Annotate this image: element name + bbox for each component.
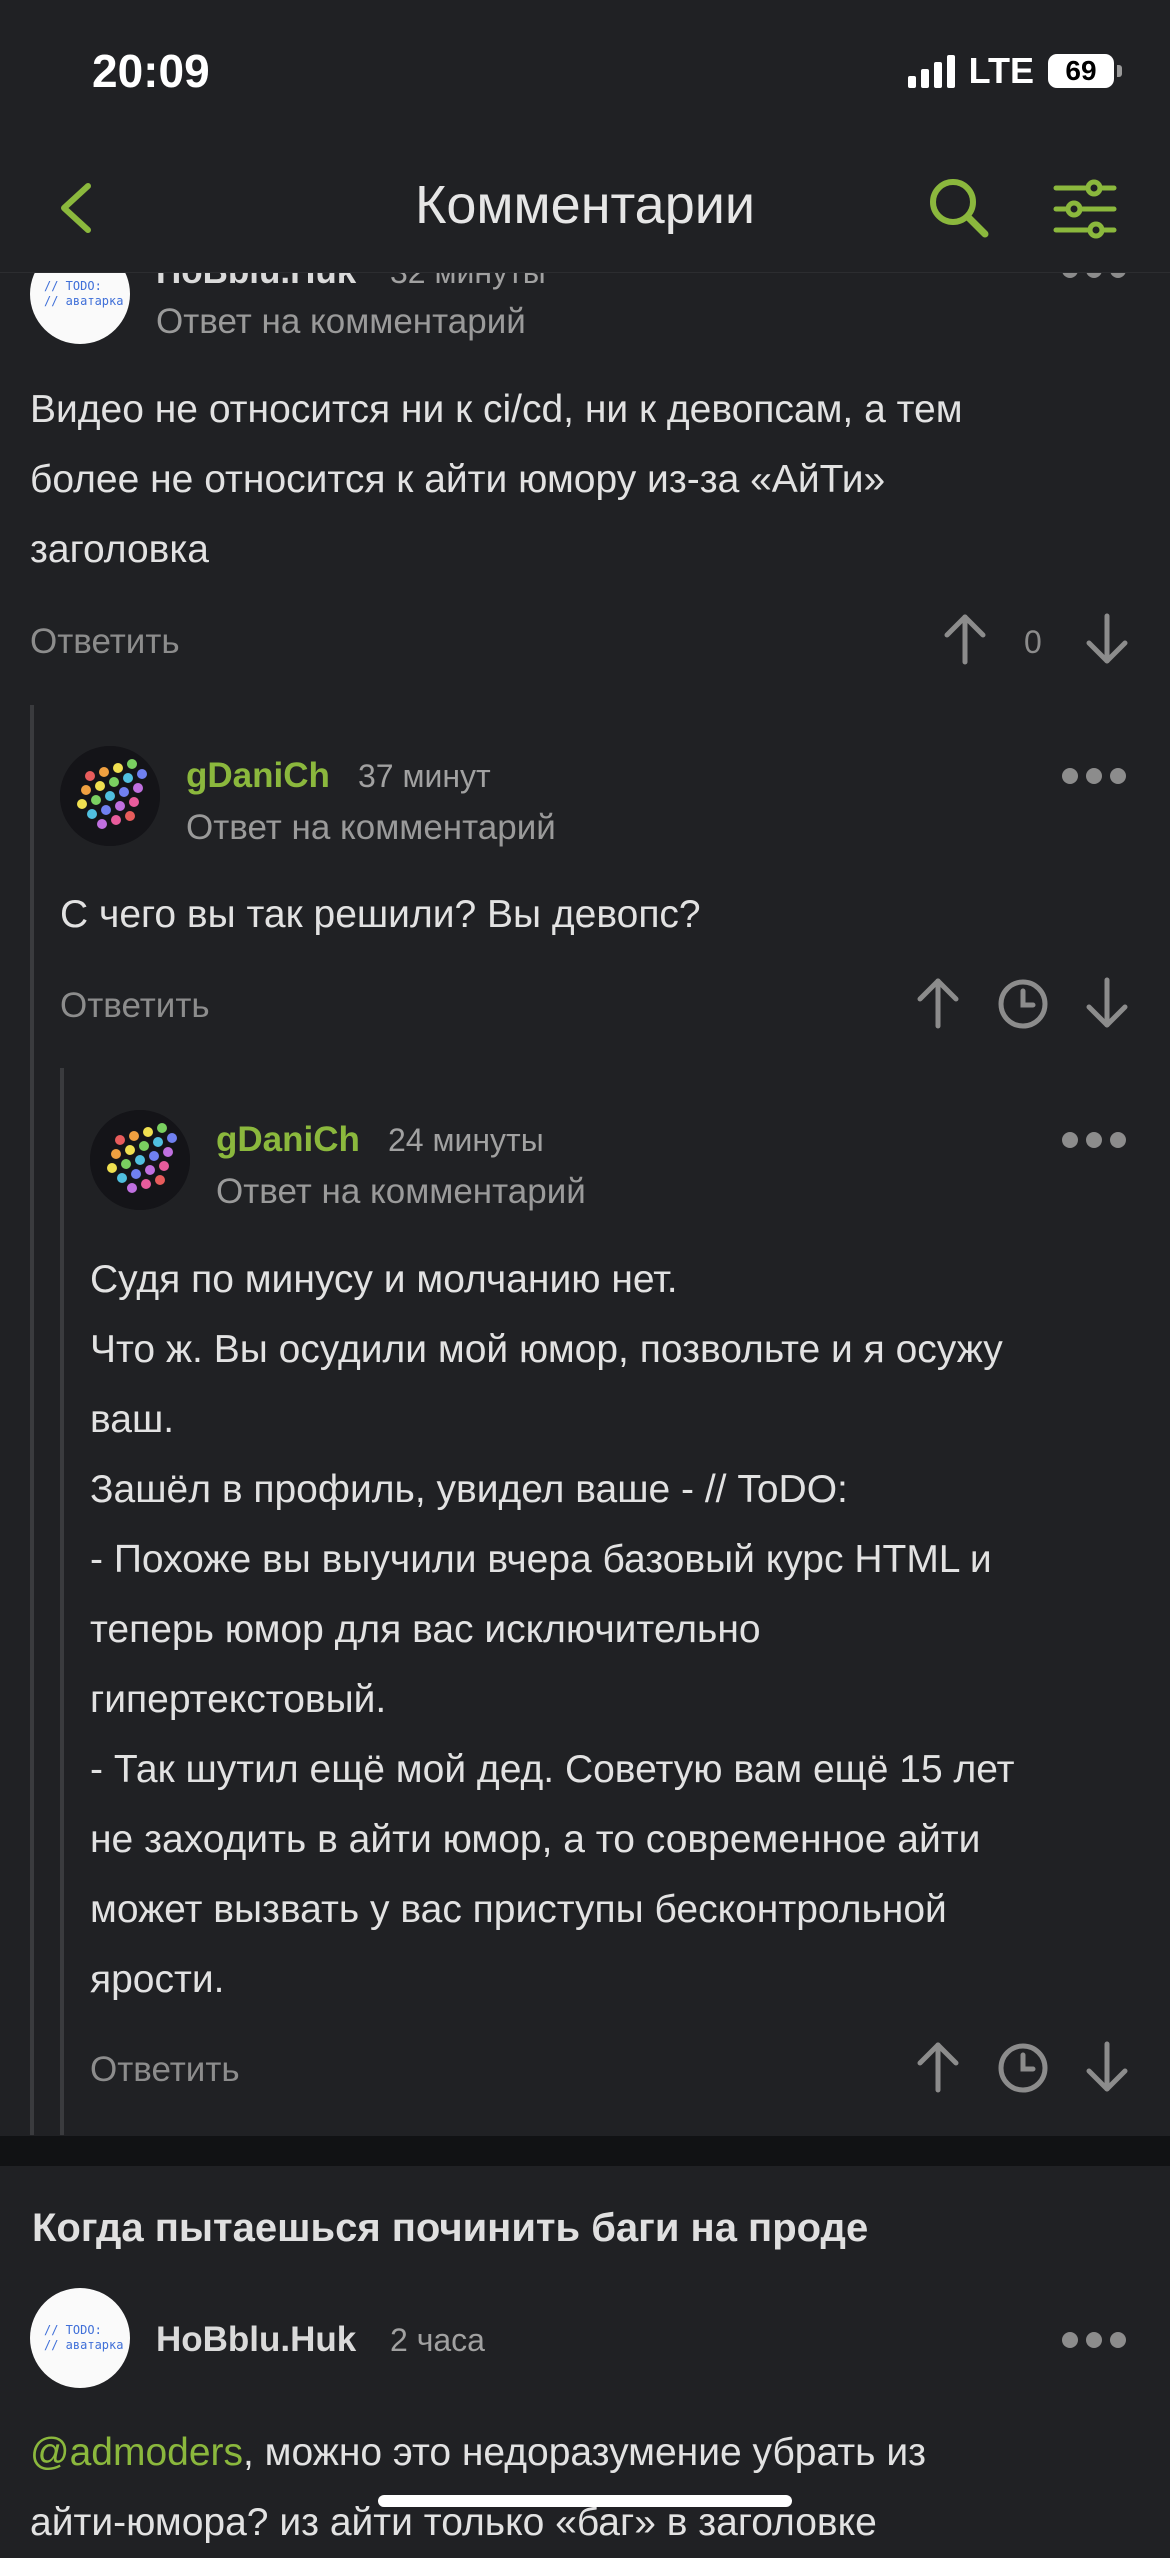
post-title[interactable]: Когда пытаешься починить баги на проде <box>32 2206 868 2251</box>
comment-line: ярости. <box>90 1958 225 2001</box>
network-type: LTE <box>968 50 1034 91</box>
avatar-image <box>90 1110 190 1210</box>
comment-line: может вызвать у вас приступы бесконтроль… <box>90 1888 947 1931</box>
more-icon[interactable] <box>1062 768 1126 784</box>
comment-time: 37 минут <box>358 758 491 794</box>
arrow-up-icon[interactable] <box>942 612 988 666</box>
battery-icon: 69 <box>1048 54 1122 88</box>
clock-icon[interactable] <box>996 2041 1050 2095</box>
comment-line: ваш. <box>90 1398 175 1441</box>
section-divider <box>0 2136 1170 2166</box>
arrow-up-icon[interactable] <box>915 976 961 1030</box>
thread-line <box>30 705 34 2135</box>
reply-button[interactable]: Ответить <box>30 622 180 662</box>
comment-author[interactable]: HoBblu.Huk <box>156 2320 356 2360</box>
comment-line: заголовка <box>30 528 209 571</box>
arrow-up-icon[interactable] <box>915 2040 961 2094</box>
comment-line: гипертекстовый. <box>90 1678 387 1721</box>
comment-text: С чего вы так решили? Вы девопс? <box>60 880 701 950</box>
comment-line: Судя по минусу и молчанию нет. <box>90 1258 678 1301</box>
search-icon[interactable] <box>925 174 991 240</box>
sliders-icon[interactable] <box>1052 176 1118 242</box>
comment-time: 2 часа <box>390 2322 485 2358</box>
comment-text: @admoders, можно это недоразумение убрат… <box>30 2418 926 2558</box>
status-time: 20:09 <box>92 45 210 97</box>
home-indicator[interactable] <box>378 2495 792 2507</box>
comment-author[interactable]: gDaniCh <box>216 1120 360 1160</box>
comment-line: С чего вы так решили? Вы девопс? <box>60 893 701 936</box>
signal-icon <box>907 54 955 88</box>
comment-author[interactable]: gDaniCh <box>186 756 330 796</box>
clock-icon[interactable] <box>996 977 1050 1031</box>
comment-line: - Похоже вы выучили вчера базовый курс H… <box>90 1538 992 1581</box>
reply-to-link[interactable]: Ответ на комментарий <box>156 302 526 342</box>
mention-link[interactable]: @admoders <box>30 2431 243 2474</box>
vote-count: 0 <box>1024 624 1042 660</box>
arrow-down-icon[interactable] <box>1084 612 1130 666</box>
comment-line: более не относится к айти юмору из-за «А… <box>30 458 886 501</box>
battery-level: 69 <box>1065 55 1097 86</box>
avatar[interactable]: // TODO: // аватарка <box>30 2288 130 2388</box>
reply-to-link[interactable]: Ответ на комментарий <box>186 808 556 848</box>
comment-line: , можно это недоразумение убрать из <box>243 2431 926 2474</box>
status-indicators: LTE 69 <box>907 50 1122 92</box>
reply-button[interactable]: Ответить <box>90 2050 240 2090</box>
comment-text: Судя по минусу и молчанию нет. Что ж. Вы… <box>90 1245 1015 2015</box>
arrow-down-icon[interactable] <box>1084 2040 1130 2094</box>
comment-line: Что ж. Вы осудили мой юмор, позвольте и … <box>90 1328 1003 1371</box>
comment-text: Видео не относится ни к ci/cd, ни к дево… <box>30 375 963 585</box>
avatar-text: // TODO: <box>44 279 102 293</box>
avatar-image <box>60 746 160 846</box>
avatar[interactable] <box>90 1110 190 1210</box>
reply-to-link[interactable]: Ответ на комментарий <box>216 1172 586 1212</box>
avatar-text: // TODO: <box>44 2323 102 2337</box>
reply-button[interactable]: Ответить <box>60 986 210 1026</box>
avatar-text: // аватарка <box>44 294 124 308</box>
page-title: Комментарии <box>414 175 756 235</box>
avatar-text: // аватарка <box>44 2338 124 2352</box>
avatar[interactable] <box>60 746 160 846</box>
comment-line: Видео не относится ни к ci/cd, ни к дево… <box>30 388 963 431</box>
comment-line: - Так шутил ещё мой дед. Советую вам ещё… <box>90 1748 1015 1791</box>
comment-line: теперь юмор для вас исключительно <box>90 1608 761 1651</box>
comment-line: не заходить в айти юмор, а то современно… <box>90 1818 981 1861</box>
thread-line <box>60 1068 64 2135</box>
more-icon[interactable] <box>1062 2332 1126 2348</box>
more-icon[interactable] <box>1062 1132 1126 1148</box>
arrow-down-icon[interactable] <box>1084 976 1130 1030</box>
comment-time: 24 минуты <box>388 1122 544 1158</box>
comment-line: Зашёл в профиль, увидел ваше - // ToDO: <box>90 1468 848 1511</box>
